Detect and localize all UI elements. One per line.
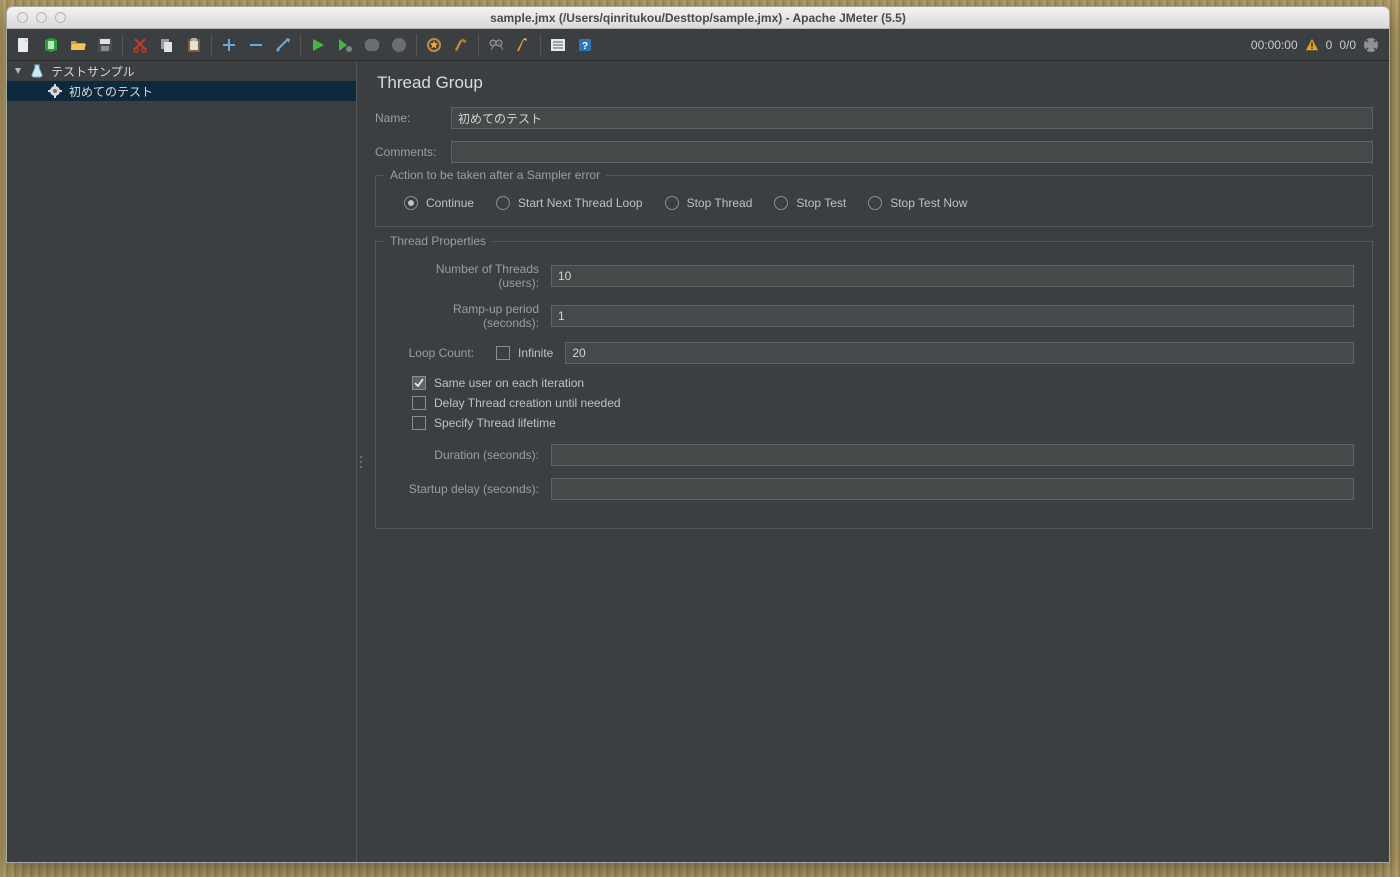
radio-stop-test-label: Stop Test [796, 196, 846, 210]
radio-stop-test[interactable]: Stop Test [774, 196, 846, 210]
tree-root[interactable]: テストサンプル [7, 61, 356, 81]
clear-one-button[interactable] [423, 34, 445, 56]
checkbox-mark-icon [412, 376, 426, 390]
radio-mark-icon [868, 196, 882, 210]
radio-stop-now-label: Stop Test Now [890, 196, 967, 210]
duration-label: Duration (seconds): [394, 448, 539, 462]
open-button[interactable] [67, 34, 89, 56]
test-plan-tree[interactable]: テストサンプル 初めてのテスト [7, 61, 357, 862]
svg-text:?: ? [582, 41, 588, 52]
window-title: sample.jmx (/Users/qinritukou/Desttop/sa… [7, 11, 1389, 25]
radio-mark-icon [496, 196, 510, 210]
radio-mark-icon [774, 196, 788, 210]
same-user-checkbox[interactable]: Same user on each iteration [412, 376, 584, 390]
start-no-pause-button[interactable] [334, 34, 356, 56]
toolbar-separator [300, 34, 301, 56]
cut-button[interactable] [129, 34, 151, 56]
shutdown-button[interactable] [388, 34, 410, 56]
same-user-label: Same user on each iteration [434, 376, 584, 390]
templates-button[interactable] [40, 34, 62, 56]
toolbar-separator [416, 34, 417, 56]
radio-mark-icon [404, 196, 418, 210]
split-handle[interactable] [357, 61, 365, 862]
name-input[interactable] [451, 107, 1373, 129]
loop-count-input[interactable] [565, 342, 1354, 364]
collapse-button[interactable] [245, 34, 267, 56]
duration-input [551, 444, 1354, 466]
toolbar: ? 00:00:00 0 0/0 [7, 29, 1389, 61]
radio-stop-thread[interactable]: Stop Thread [665, 196, 753, 210]
stop-button[interactable] [361, 34, 383, 56]
status-threads: 0/0 [1339, 38, 1356, 52]
thread-properties-legend: Thread Properties [384, 234, 492, 248]
function-helper-button[interactable] [547, 34, 569, 56]
toolbar-separator [211, 34, 212, 56]
radio-next-loop[interactable]: Start Next Thread Loop [496, 196, 643, 210]
infinite-label: Infinite [518, 346, 553, 360]
delay-create-checkbox[interactable]: Delay Thread creation until needed [412, 396, 621, 410]
content-panel: Thread Group Name: Comments: Action to b… [365, 61, 1389, 862]
toolbar-separator [478, 34, 479, 56]
titlebar: sample.jmx (/Users/qinritukou/Desttop/sa… [7, 7, 1389, 29]
expand-button[interactable] [218, 34, 240, 56]
sampler-error-fieldset: Action to be taken after a Sampler error… [375, 175, 1373, 227]
loop-count-label: Loop Count: [394, 346, 474, 360]
copy-button[interactable] [156, 34, 178, 56]
app-window: sample.jmx (/Users/qinritukou/Desttop/sa… [6, 6, 1390, 863]
infinite-checkbox[interactable]: Infinite [496, 346, 553, 360]
status-bar: 00:00:00 0 0/0 [1251, 37, 1383, 53]
checkbox-mark-icon [412, 396, 426, 410]
paste-button[interactable] [183, 34, 205, 56]
radio-mark-icon [665, 196, 679, 210]
comments-input[interactable] [451, 141, 1373, 163]
toolbar-separator [540, 34, 541, 56]
tree-child[interactable]: 初めてのテスト [7, 81, 356, 101]
clear-all-button[interactable] [450, 34, 472, 56]
ramp-up-input[interactable] [551, 305, 1354, 327]
main-split: テストサンプル 初めてのテスト Thread Group Name: Comme… [7, 61, 1389, 862]
toolbar-separator [122, 34, 123, 56]
radio-continue-label: Continue [426, 196, 474, 210]
ramp-up-label: Ramp-up period (seconds): [394, 302, 539, 330]
status-warn-count: 0 [1326, 38, 1333, 52]
radio-stop-now[interactable]: Stop Test Now [868, 196, 967, 210]
comments-label: Comments: [375, 145, 443, 159]
startup-delay-input [551, 478, 1354, 500]
specify-lifetime-checkbox[interactable]: Specify Thread lifetime [412, 416, 556, 430]
radio-next-loop-label: Start Next Thread Loop [518, 196, 643, 210]
name-label: Name: [375, 111, 443, 125]
tree-child-label: 初めてのテスト [69, 83, 153, 100]
new-file-button[interactable] [13, 34, 35, 56]
gear-icon [47, 83, 63, 99]
startup-delay-label: Startup delay (seconds): [394, 482, 539, 496]
fullscreen-icon[interactable] [1363, 37, 1379, 53]
radio-stop-thread-label: Stop Thread [687, 196, 753, 210]
status-timer: 00:00:00 [1251, 38, 1298, 52]
checkbox-mark-icon [496, 346, 510, 360]
num-threads-input[interactable] [551, 265, 1354, 287]
start-button[interactable] [307, 34, 329, 56]
grip-dots-icon [360, 456, 362, 468]
tree-root-label: テストサンプル [51, 63, 135, 80]
tree-twisty-icon[interactable] [13, 66, 23, 76]
num-threads-label: Number of Threads (users): [394, 262, 539, 290]
thread-properties-fieldset: Thread Properties Number of Threads (use… [375, 241, 1373, 529]
delay-create-label: Delay Thread creation until needed [434, 396, 621, 410]
search-button[interactable] [485, 34, 507, 56]
radio-continue[interactable]: Continue [404, 196, 474, 210]
panel-title: Thread Group [377, 73, 1373, 93]
help-button[interactable]: ? [574, 34, 596, 56]
sampler-error-legend: Action to be taken after a Sampler error [384, 168, 606, 182]
reset-search-button[interactable] [512, 34, 534, 56]
toggle-button[interactable] [272, 34, 294, 56]
flask-icon [29, 63, 45, 79]
specify-lifetime-label: Specify Thread lifetime [434, 416, 556, 430]
save-button[interactable] [94, 34, 116, 56]
warning-icon [1305, 38, 1319, 52]
checkbox-mark-icon [412, 416, 426, 430]
